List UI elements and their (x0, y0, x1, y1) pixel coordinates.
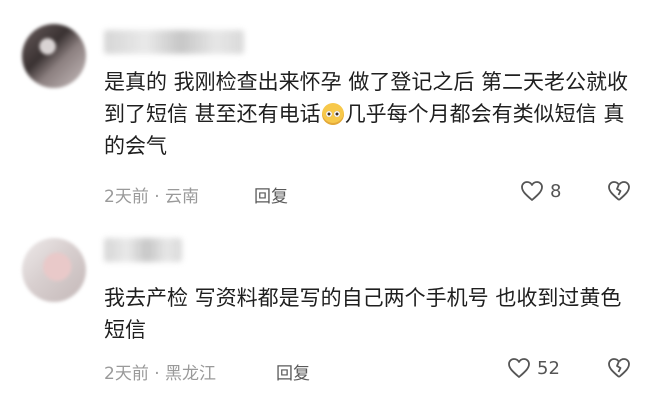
heart-icon (520, 180, 544, 202)
dislike-button[interactable] (607, 357, 631, 379)
like-button[interactable]: 8 (520, 180, 561, 202)
comment-item: 我去产检 写资料都是写的自己两个手机号 也收到过黄色短信 2天前 · 黑龙江 回… (0, 218, 660, 401)
comment-meta: 2天前 · 黑龙江 (104, 364, 217, 384)
comment-item: 是真的 我刚检查出来怀孕 做了登记之后 第二天老公就收到了短信 甚至还有电话 几乎… (0, 0, 660, 218)
username-blurred[interactable] (104, 238, 182, 262)
heart-icon (507, 357, 531, 379)
comment-text: 是真的 我刚检查出来怀孕 做了登记之后 第二天老公就收到了短信 甚至还有电话 几乎… (104, 66, 638, 162)
like-count: 8 (550, 180, 562, 202)
username-blurred[interactable] (104, 30, 244, 54)
like-count: 52 (537, 357, 560, 379)
pleading-face-emoji-icon (321, 103, 344, 125)
like-button[interactable]: 52 (507, 357, 560, 379)
avatar[interactable] (22, 238, 86, 302)
comment-meta: 2天前 · 云南 (104, 187, 200, 207)
broken-heart-icon (607, 357, 631, 379)
reply-button[interactable]: 回复 (254, 182, 288, 207)
reply-button[interactable]: 回复 (276, 359, 310, 384)
comment-text: 我去产检 写资料都是写的自己两个手机号 也收到过黄色短信 (104, 286, 622, 342)
dislike-button[interactable] (607, 180, 631, 202)
broken-heart-icon (607, 180, 631, 202)
avatar[interactable] (22, 24, 86, 88)
